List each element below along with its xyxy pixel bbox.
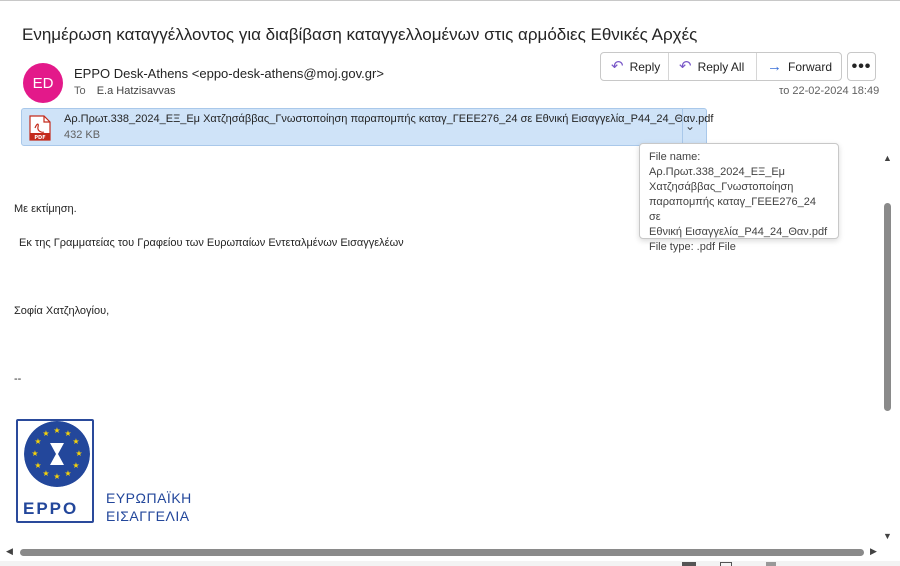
attachment-filename: Αρ.Πρωτ.338_2024_ΕΞ_Εμ Χατζησάββας_Γνωστ… [64,113,714,125]
svg-text:★: ★ [42,429,49,438]
reply-all-icon: ↶ [679,58,692,75]
logo-acronym: EPPO [23,499,79,518]
tooltip-line: File type: .pdf File [649,241,736,253]
view-mode-icon[interactable] [682,562,696,566]
svg-text:★: ★ [72,461,79,470]
body-greeting: Με εκτίμηση. [14,203,77,215]
svg-text:★: ★ [34,437,41,446]
scroll-right-arrow-icon[interactable]: ▶ [870,546,877,557]
svg-text:★: ★ [64,429,71,438]
tooltip-line: Χατζησάββας_Γνωστοποίηση [649,181,794,193]
svg-text:★: ★ [75,449,82,458]
horizontal-scrollbar[interactable]: ◀ ▶ [0,544,880,560]
body-from-line: Εκ της Γραμματείας του Γραφείου των Ευρω… [19,237,404,249]
svg-text:★: ★ [42,469,49,478]
body-separator: -- [14,373,22,385]
forward-label: Forward [788,59,833,74]
logo-text-line1: ΕΥΡΩΠΑΪΚΗ [106,490,192,506]
pdf-file-icon: PDF [29,115,51,141]
message-actions: ↶ Reply ↶ Reply All → Forward [600,52,842,81]
recipient-row: To E.a Hatzisavvas [74,85,176,97]
eppo-logo: ★ ★ ★ ★ ★ ★ ★ ★ ★ ★ ★ ★ EPPO ΕΥΡΩΠΑΪΚΗ Ε… [16,419,216,529]
attachment-divider [682,109,683,145]
logo-text-line2: ΕΙΣΑΓΓΕΛΙΑ [106,508,190,524]
svg-text:★: ★ [34,461,41,470]
vertical-scroll-thumb[interactable] [884,203,891,411]
forward-button[interactable]: → Forward [757,53,841,80]
attachment-size: 432 KB [64,129,101,141]
scroll-up-arrow-icon[interactable]: ▲ [883,153,892,163]
svg-text:★: ★ [53,472,60,481]
reply-all-button[interactable]: ↶ Reply All [669,53,757,80]
svg-text:★: ★ [53,426,60,435]
vertical-scrollbar[interactable]: ▲ ▼ [880,153,894,545]
bottom-status-strip [0,561,900,566]
attachment-tooltip: File name: Αρ.Πρωτ.338_2024_ΕΞ_Εμ Χατζησ… [639,143,839,253]
body-signature: Σοφία Χατζηλογίου, [14,305,110,317]
svg-text:★: ★ [31,449,38,458]
attachment-card[interactable]: PDF Αρ.Πρωτ.338_2024_ΕΞ_Εμ Χατζησάββας_Γ… [21,108,713,146]
more-icon: ••• [851,57,872,75]
tooltip-line: File name: Αρ.Πρωτ.338_2024_ΕΞ_Εμ [649,151,786,178]
chevron-down-icon[interactable]: ⌄ [685,119,695,133]
sender-avatar[interactable]: ED [23,63,63,103]
received-date: το 22-02-2024 18:49 [779,85,880,97]
email-reading-pane: Ενημέρωση καταγγέλλοντος για διαβίβαση κ… [0,0,900,566]
forward-icon: → [767,58,782,75]
more-actions-button[interactable]: ••• [847,52,876,81]
reply-icon: ↶ [611,58,624,75]
reply-button[interactable]: ↶ Reply [601,53,669,80]
reply-all-label: Reply All [697,59,745,74]
svg-text:★: ★ [64,469,71,478]
tooltip-line: Εθνική Εισαγγελία_Ρ44_24_Θαν.pdf [649,226,828,238]
scroll-down-arrow-icon[interactable]: ▼ [883,531,892,541]
scroll-left-arrow-icon[interactable]: ◀ [6,546,13,557]
layout-icon[interactable] [720,562,732,566]
email-subject: Ενημέρωση καταγγέλλοντος για διαβίβαση κ… [22,25,698,44]
recipient-name[interactable]: E.a Hatzisavvas [97,85,176,97]
pdf-icon-label: PDF [34,135,45,141]
reply-label: Reply [629,59,661,74]
sender-name[interactable]: EPPO Desk-Athens <eppo-desk-athens@moj.g… [74,66,384,81]
to-label: To [74,85,86,97]
eu-stars-emblem: ★ ★ ★ ★ ★ ★ ★ ★ ★ ★ ★ ★ [24,421,90,487]
horizontal-scroll-thumb[interactable] [20,549,864,556]
svg-text:★: ★ [72,437,79,446]
tooltip-line: παραπομπής καταγ_ΓΕΕΕ276_24 σε [649,196,817,223]
zoom-icon[interactable] [766,562,776,566]
